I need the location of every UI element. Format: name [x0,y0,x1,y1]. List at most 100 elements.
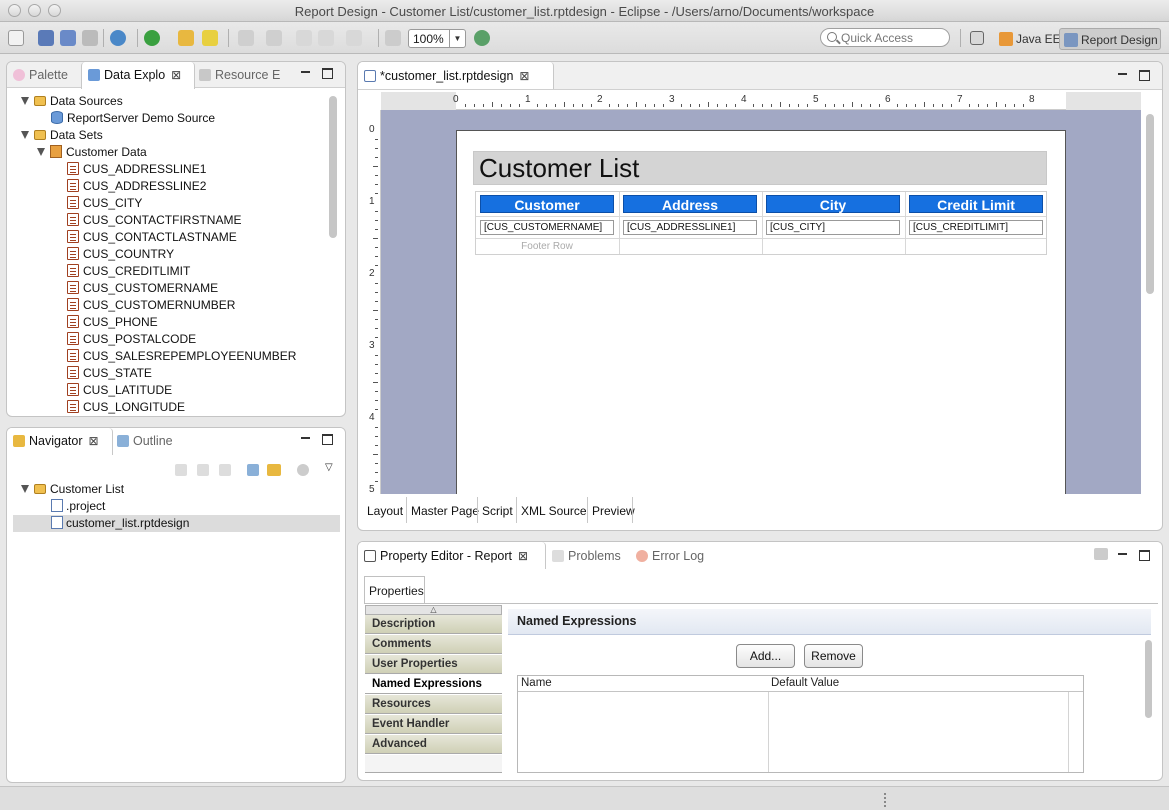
tree-node-file[interactable]: customer_list.rptdesign [13,515,340,532]
tree-node-column[interactable]: CUS_CONTACTFIRSTNAME [67,212,323,229]
close-icon[interactable]: ⊠ [518,549,528,563]
chevron-down-icon[interactable] [21,131,29,139]
back-icon[interactable] [175,464,187,476]
property-category-advanced[interactable]: Advanced [365,735,502,754]
tree-node-column[interactable]: CUS_SALESREPEMPLOYEENUMBER [67,348,323,365]
back-icon[interactable] [318,30,334,46]
save-icon[interactable] [38,30,54,46]
vertical-scrollbar[interactable] [1145,640,1152,718]
maximize-icon[interactable] [1138,68,1152,82]
tab-master-page[interactable]: Master Page [407,499,479,523]
table-data-cell[interactable]: [CUS_ADDRESSLINE1] [623,220,757,235]
status-bar-handle[interactable] [884,793,886,807]
forward-icon[interactable] [346,30,362,46]
column-header-name[interactable]: Name [518,676,769,692]
property-category-named-expressions[interactable]: Named Expressions [365,675,502,694]
add-button[interactable]: Add... [736,644,795,668]
property-category-user-properties[interactable]: User Properties [365,655,502,674]
tree-node-column[interactable]: CUS_PHONE [67,314,323,331]
property-category-resources[interactable]: Resources [365,695,502,714]
tree-node-column[interactable]: CUS_POSTALCODE [67,331,323,348]
wand-icon[interactable] [202,30,218,46]
maximize-icon[interactable] [321,66,335,80]
remove-button[interactable]: Remove [804,644,863,668]
tree-node-column[interactable]: CUS_LATITUDE [67,382,323,399]
perspective-report-design[interactable]: Report Design [1059,28,1161,50]
tree-node-column[interactable]: CUS_ADDRESSLINE2 [67,178,323,195]
table-header-cell[interactable]: Credit Limit [909,195,1043,213]
table-header-cell[interactable]: City [766,195,900,213]
tab-xml-source[interactable]: XML Source [517,499,588,523]
maximize-icon[interactable] [321,432,335,446]
previous-annotation-icon[interactable] [266,30,282,46]
close-icon[interactable]: ⊠ [519,69,529,83]
tab-customer-list-rptdesign[interactable]: *customer_list.rptdesign ⊠ [358,62,554,89]
perspective-java-ee[interactable]: Java EE [995,28,1061,50]
tab-outline[interactable]: Outline [117,428,197,454]
layout-canvas[interactable]: Customer List Customer [CUS_CUSTOMERNAME]… [381,110,1141,494]
tree-node-data-sets[interactable]: Data Sets [21,127,323,144]
minimize-icon[interactable] [1116,68,1130,82]
tab-error-log[interactable]: Error Log [636,542,716,568]
chevron-down-icon[interactable]: ▼ [449,30,465,47]
maximize-icon[interactable] [1138,548,1152,562]
save-all-icon[interactable] [60,30,76,46]
open-perspective-icon[interactable] [970,31,984,45]
print-icon[interactable] [82,30,98,46]
tree-node-column[interactable]: CUS_ADDRESSLINE1 [67,161,323,178]
restore-icon[interactable] [1094,548,1108,560]
link-with-editor-icon[interactable] [267,464,281,476]
tree-node-column[interactable]: CUS_CITY [67,195,323,212]
table-data-cell[interactable]: [CUS_CUSTOMERNAME] [480,220,614,235]
tree-node-column[interactable]: CUS_LONGITUDE [67,399,323,416]
tab-problems[interactable]: Problems [552,542,632,568]
tab-resource-explorer[interactable]: Resource E [199,62,299,88]
minimize-icon[interactable] [299,66,313,80]
chevron-down-icon[interactable] [21,485,29,493]
tree-node-project[interactable]: Customer List [21,481,321,498]
tree-node-data-set[interactable]: Customer Data [37,144,323,161]
tree-node-column[interactable]: CUS_COUNTRY [67,246,323,263]
collapse-all-icon[interactable] [247,464,259,476]
web-preview-icon[interactable] [110,30,126,46]
tab-script[interactable]: Script [478,499,517,523]
tab-data-explorer[interactable]: Data Explo ⊠ [81,62,195,89]
property-category-comments[interactable]: Comments [365,635,502,654]
minimize-icon[interactable] [1116,548,1130,562]
tab-navigator[interactable]: Navigator ⊠ [7,428,113,455]
pin-icon[interactable] [385,30,401,46]
up-icon[interactable] [219,464,231,476]
table-header-cell[interactable]: Address [623,195,757,213]
property-category-description[interactable]: Description [365,615,502,634]
quick-access-input[interactable]: Quick Access [820,28,950,47]
view-menu-icon[interactable]: ▽ [325,462,333,473]
vertical-scrollbar[interactable] [1146,114,1154,294]
column-header-default-value[interactable]: Default Value [768,676,1069,692]
table-data-cell[interactable]: [CUS_CITY] [766,220,900,235]
run-icon[interactable] [144,30,160,46]
report-title[interactable]: Customer List [473,151,1047,185]
new-icon[interactable] [8,30,24,46]
open-folder-icon[interactable] [178,30,194,46]
property-category-event-handler[interactable]: Event Handler [365,715,502,734]
table-data-cell[interactable]: [CUS_CREDITLIMIT] [909,220,1043,235]
tree-node-file[interactable]: .project [13,498,340,515]
tree-node-column[interactable]: CUS_CREDITLIMIT [67,263,323,280]
tree-node-data-sources[interactable]: Data Sources [21,93,323,110]
chevron-down-icon[interactable] [37,148,45,156]
tree-node-column[interactable]: CUS_CONTACTLASTNAME [67,229,323,246]
report-table[interactable]: Customer [CUS_CUSTOMERNAME] Address [CUS_AD… [475,191,1047,255]
tab-preview[interactable]: Preview [588,499,635,523]
tree-node-column[interactable]: CUS_STATE [67,365,323,382]
close-icon[interactable]: ⊠ [171,68,181,82]
chevron-down-icon[interactable] [21,97,29,105]
filter-icon[interactable] [297,464,309,476]
vertical-scrollbar[interactable] [329,96,337,238]
tab-palette[interactable]: Palette [13,62,83,88]
minimize-icon[interactable] [299,432,313,446]
tab-property-editor[interactable]: Property Editor - Report ⊠ [358,542,546,569]
close-icon[interactable]: ⊠ [89,434,99,448]
scroll-up-icon[interactable]: △ [365,605,502,615]
zoom-select[interactable]: 100% ▼ [408,29,466,48]
last-edit-icon[interactable] [296,30,312,46]
